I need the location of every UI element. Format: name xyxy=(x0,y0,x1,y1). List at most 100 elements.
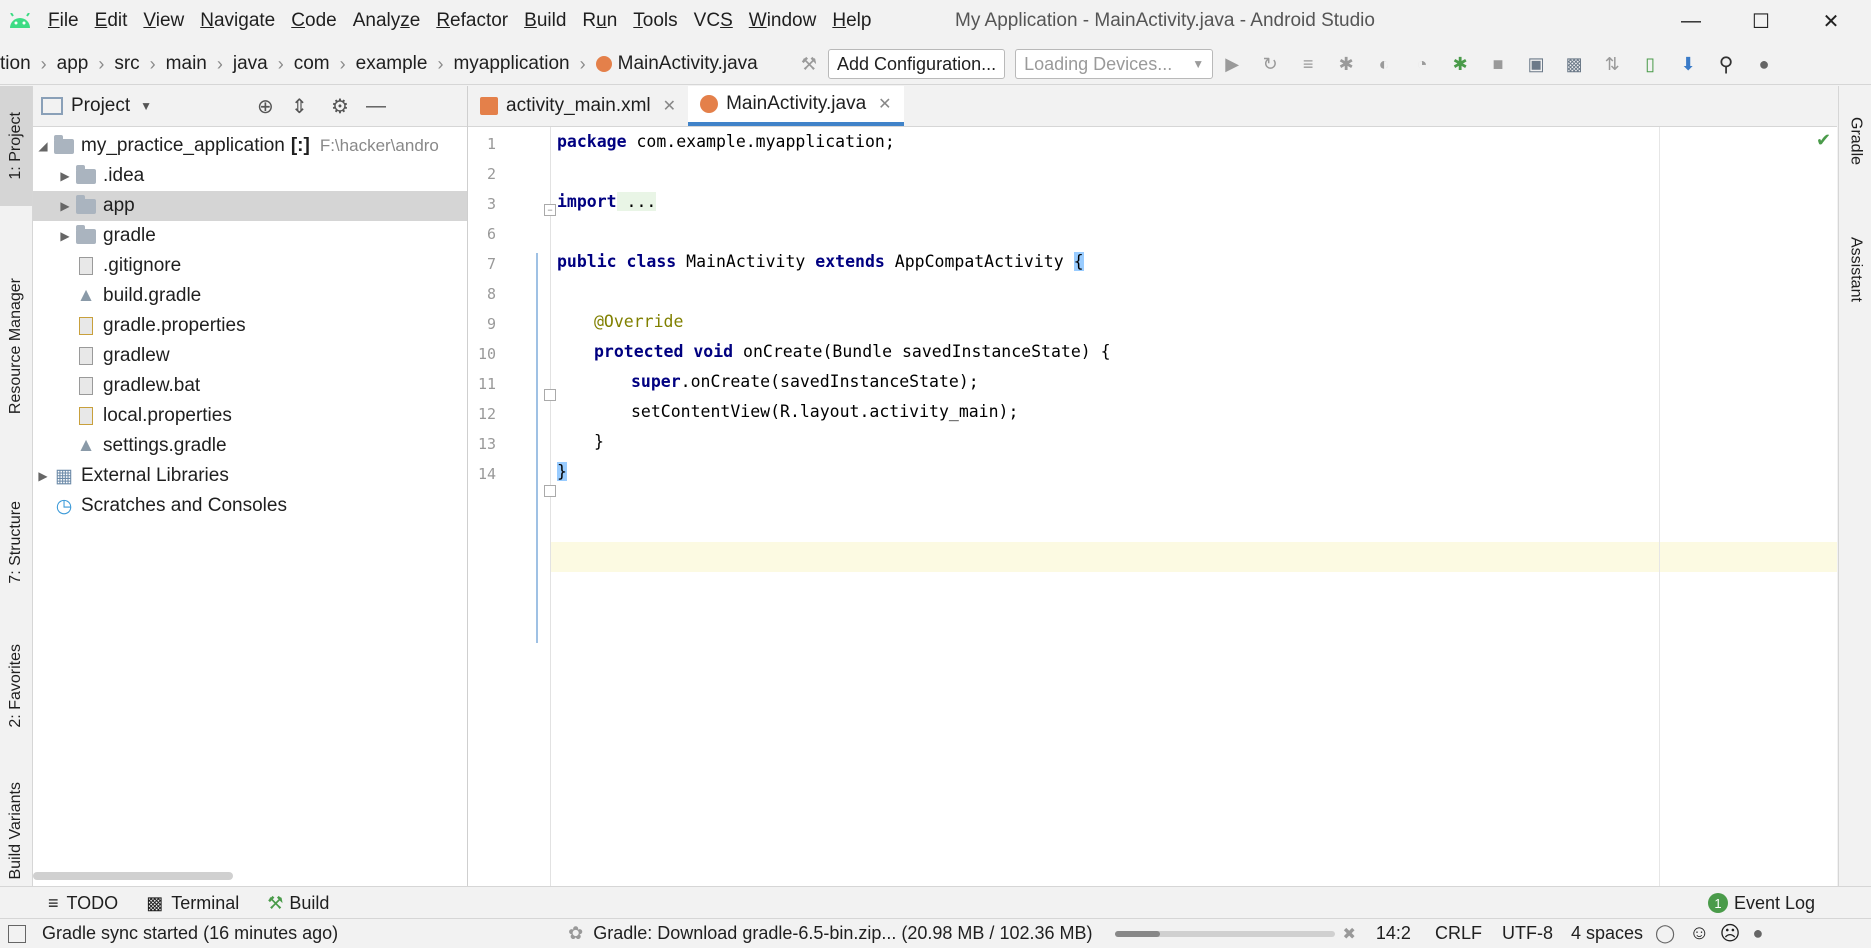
maximize-button[interactable]: ☐ xyxy=(1726,0,1796,42)
attach-debugger-icon[interactable]: ✱ xyxy=(1446,50,1474,78)
fold-marker-icon[interactable]: − xyxy=(544,204,556,216)
close-tab-icon[interactable]: ✕ xyxy=(663,96,676,116)
hide-panel-icon[interactable]: — xyxy=(366,95,386,118)
todo-button[interactable]: ≡ TODO xyxy=(48,893,118,914)
user-icon[interactable]: ● xyxy=(1750,50,1778,78)
tree-item-gradlew[interactable]: gradlew xyxy=(33,341,467,371)
download-status[interactable]: Gradle: Download gradle-6.5-bin.zip... (… xyxy=(593,923,1092,944)
apply-code-changes-icon[interactable]: ≡ xyxy=(1294,50,1322,78)
profile-icon[interactable]: ◐ xyxy=(1370,50,1398,78)
search-icon[interactable]: ⚲ xyxy=(1712,50,1740,78)
caret-position[interactable]: 14:2 xyxy=(1376,923,1411,944)
tree-item-local-properties[interactable]: local.properties xyxy=(33,401,467,431)
run-icon[interactable]: ▶ xyxy=(1218,50,1246,78)
chevron-down-icon[interactable]: ▼ xyxy=(140,99,152,113)
avd-manager-icon[interactable]: ▯ xyxy=(1636,50,1664,78)
breadcrumb-item[interactable]: src › xyxy=(114,53,165,75)
tab-resource-manager[interactable]: Resource Manager xyxy=(0,246,32,446)
tab-structure[interactable]: 7: Structure xyxy=(0,482,32,602)
menu-item[interactable]: Edit xyxy=(87,0,136,42)
menu-item[interactable]: Run xyxy=(574,0,625,42)
code-line[interactable]: super.onCreate(savedInstanceState); xyxy=(631,367,979,397)
locate-file-icon[interactable]: ⊕ xyxy=(257,94,274,119)
breadcrumb-item[interactable]: example › xyxy=(356,53,454,75)
menu-item[interactable]: View xyxy=(135,0,192,42)
hammer-build-icon[interactable]: ⚒ xyxy=(795,50,823,78)
expanded-arrow-icon[interactable]: ◢ xyxy=(33,139,53,153)
tree-item-gradlew-bat[interactable]: gradlew.bat xyxy=(33,371,467,401)
tab-project[interactable]: 1: Project xyxy=(0,86,32,206)
close-window-button[interactable]: ✕ xyxy=(1796,0,1866,42)
debug-icon[interactable]: ✱ xyxy=(1332,50,1360,78)
cancel-download-icon[interactable]: ✖ xyxy=(1343,924,1356,944)
menu-item[interactable]: Help xyxy=(824,0,879,42)
tree-item-idea[interactable]: ▶ .idea xyxy=(33,161,467,191)
code-line[interactable]: } xyxy=(594,427,604,457)
tab-gradle[interactable]: Gradle xyxy=(1839,96,1871,186)
tab-build-variants[interactable]: Build Variants xyxy=(0,776,32,886)
menu-item[interactable]: Navigate xyxy=(192,0,283,42)
gear-icon[interactable]: ⚙ xyxy=(331,94,349,119)
minimize-button[interactable]: — xyxy=(1656,0,1726,42)
code-line[interactable]: import ... xyxy=(557,187,657,217)
apply-changes-icon[interactable]: ↻ xyxy=(1256,50,1284,78)
tab-assistant[interactable]: Assistant xyxy=(1839,214,1871,324)
tab-activity-main-xml[interactable]: activity_main.xml ✕ xyxy=(468,86,688,126)
event-log-button[interactable]: 1 Event Log xyxy=(1707,893,1815,914)
smiley-feedback-icon[interactable]: ☺ xyxy=(1689,922,1709,945)
status-message[interactable]: Gradle sync started (16 minutes ago) xyxy=(42,923,338,944)
breadcrumb-item[interactable]: tion › xyxy=(0,53,57,75)
breadcrumb-item[interactable]: myapplication › xyxy=(453,53,595,75)
collapsed-arrow-icon[interactable]: ▶ xyxy=(55,169,75,183)
code-line[interactable]: } xyxy=(557,457,567,487)
project-view-label[interactable]: Project xyxy=(71,95,130,117)
menu-item[interactable]: File xyxy=(40,0,87,42)
build-button[interactable]: ⚒ Build xyxy=(267,893,329,914)
breadcrumb-item[interactable]: app › xyxy=(57,53,115,75)
breadcrumb-item[interactable]: main › xyxy=(166,53,233,75)
code-line[interactable]: package com.example.myapplication; xyxy=(557,127,895,157)
fold-marker-icon[interactable] xyxy=(544,389,556,401)
lock-icon[interactable]: ◯ xyxy=(1655,923,1675,944)
device-selector[interactable]: Loading Devices... ▼ xyxy=(1015,49,1214,79)
menu-item[interactable]: Refactor xyxy=(428,0,516,42)
tree-item-settings-gradle[interactable]: ▲ settings.gradle xyxy=(33,431,467,461)
code-line[interactable]: public class MainActivity extends AppCom… xyxy=(557,247,1084,277)
menu-item[interactable]: VCS xyxy=(686,0,741,42)
code-line[interactable]: setContentView(R.layout.activity_main); xyxy=(631,397,1018,427)
tree-item-gitignore[interactable]: .gitignore xyxy=(33,251,467,281)
tree-item-gradle-properties[interactable]: gradle.properties xyxy=(33,311,467,341)
project-structure-icon[interactable]: ▣ xyxy=(1522,50,1550,78)
horizontal-scrollbar[interactable] xyxy=(33,872,233,880)
collapsed-arrow-icon[interactable]: ▶ xyxy=(33,469,53,483)
collapsed-arrow-icon[interactable]: ▶ xyxy=(55,199,75,213)
inspection-ok-icon[interactable]: ✔ xyxy=(1816,130,1831,151)
breadcrumb-item[interactable]: MainActivity.java xyxy=(595,53,758,75)
close-tab-icon[interactable]: ✕ xyxy=(878,94,891,114)
code-line[interactable]: protected void onCreate(Bundle savedInst… xyxy=(594,337,1111,367)
tree-item-build-gradle[interactable]: ▲ build.gradle xyxy=(33,281,467,311)
terminal-window-icon[interactable]: ▩ xyxy=(1560,50,1588,78)
fold-marker-icon[interactable] xyxy=(544,485,556,497)
tab-favorites[interactable]: 2: Favorites xyxy=(0,616,32,756)
collapsed-arrow-icon[interactable]: ▶ xyxy=(55,229,75,243)
hector-inspector-icon[interactable]: ● xyxy=(1752,923,1763,944)
tree-item-scratches[interactable]: ◷ Scratches and Consoles xyxy=(33,491,467,521)
breadcrumb-item[interactable]: com › xyxy=(294,53,356,75)
toggle-tool-windows-icon[interactable] xyxy=(8,924,26,943)
file-encoding[interactable]: UTF-8 xyxy=(1502,923,1553,944)
sdk-manager-icon[interactable]: ⬇ xyxy=(1674,50,1702,78)
tree-item-external-libraries[interactable]: ▶ ▦ External Libraries xyxy=(33,461,467,491)
tree-item-root[interactable]: ◢ my_practice_application [:] F:\hacker\… xyxy=(33,131,467,161)
menu-item[interactable]: Window xyxy=(741,0,825,42)
collapse-all-icon[interactable]: ⇕ xyxy=(291,94,308,119)
profiler-gauge-icon[interactable]: ◔ xyxy=(1408,50,1436,78)
code-line[interactable]: @Override xyxy=(594,307,683,337)
add-configuration-button[interactable]: Add Configuration... xyxy=(828,49,1006,79)
indent-setting[interactable]: 4 spaces xyxy=(1571,923,1643,944)
folded-imports[interactable]: ... xyxy=(616,192,657,211)
tab-main-activity-java[interactable]: MainActivity.java ✕ xyxy=(688,86,904,126)
breadcrumb-item[interactable]: java › xyxy=(233,53,294,75)
menu-item[interactable]: Analyze xyxy=(345,0,429,42)
stop-icon[interactable]: ■ xyxy=(1484,50,1512,78)
